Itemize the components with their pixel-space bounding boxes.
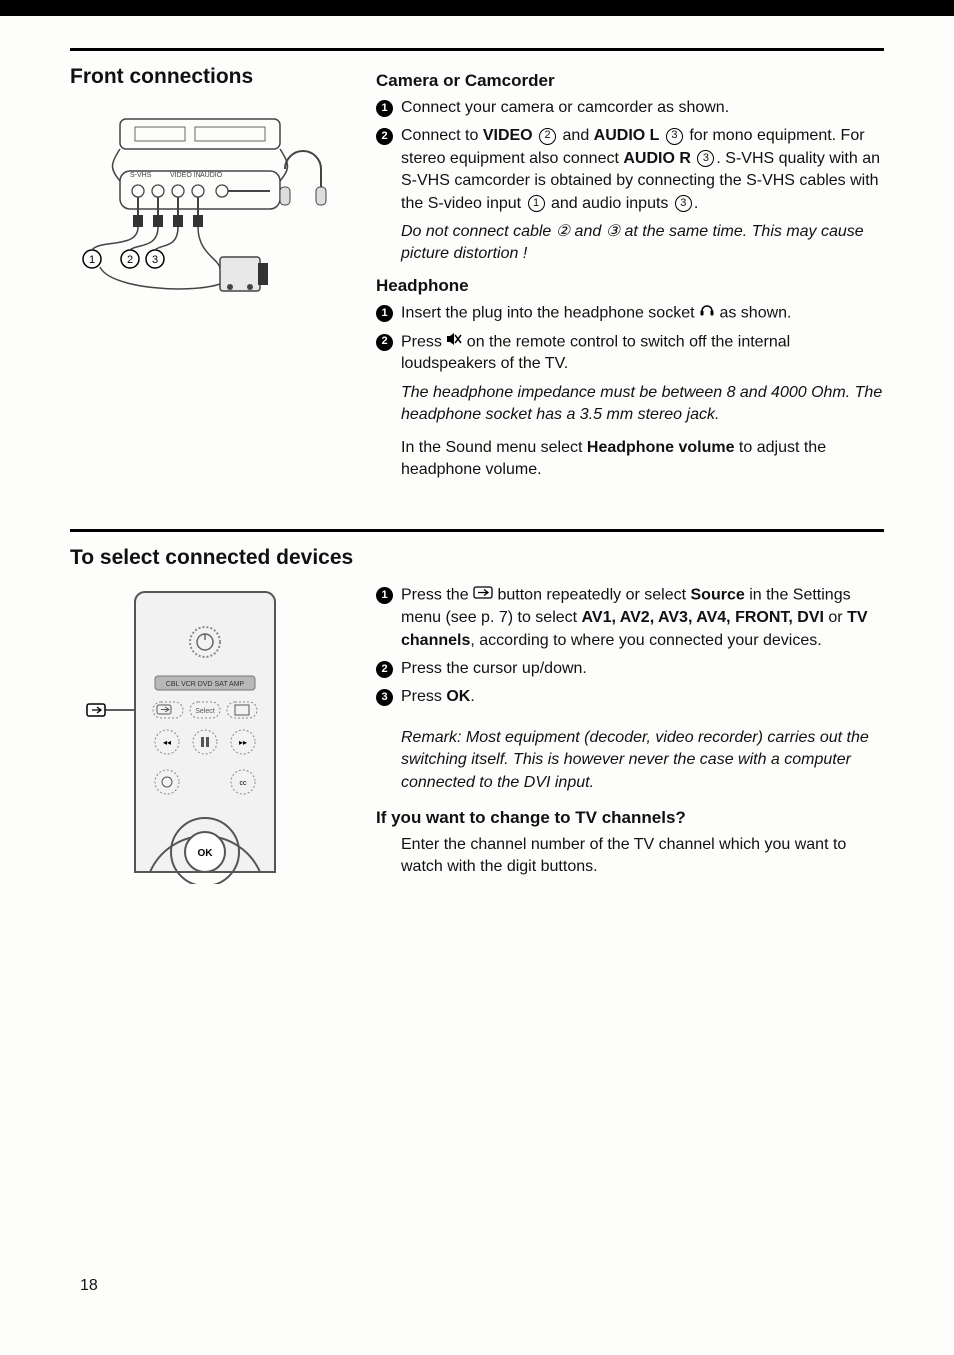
bullet-1-icon: 1 <box>376 100 393 117</box>
headphone-step-2-text: Press on the remote control to switch of… <box>401 331 884 376</box>
illustration-remote: CBL VCR DVD SAT AMP Select ◂◂ ▸▸ <box>70 584 330 884</box>
change-tv-body: Enter the channel number of the TV chann… <box>401 834 884 879</box>
select-step-2-text: Press the cursor up/down. <box>401 658 884 680</box>
bullet-1-icon: 1 <box>376 305 393 322</box>
mute-icon <box>446 331 462 353</box>
svg-text:VIDEO IN: VIDEO IN <box>170 172 201 179</box>
source-icon <box>473 584 493 606</box>
bullet-1-icon: 1 <box>376 587 393 604</box>
headphone-step-1-text: Insert the plug into the headphone socke… <box>401 302 884 325</box>
headphone-tail: In the Sound menu select Headphone volum… <box>401 437 884 482</box>
t: Source <box>691 587 745 604</box>
svg-text:◂◂: ◂◂ <box>163 738 171 747</box>
select-step-1-text: Press the button repeatedly or select So… <box>401 584 884 652</box>
section-front-connections: Front connections VIDEO IN <box>70 65 884 489</box>
rule-top <box>70 48 884 51</box>
t: AV1, AV2, AV3, AV4, FRONT, DVI <box>582 609 824 626</box>
t: . <box>470 688 474 705</box>
t: Press <box>401 688 446 705</box>
subheading-change-tv: If you want to change to TV channels? <box>376 808 884 828</box>
headphone-step-2: 2 Press on the remote control to switch … <box>376 331 884 376</box>
t: Headphone volume <box>587 439 735 456</box>
top-black-bar <box>0 0 954 16</box>
t: and <box>558 127 594 144</box>
select-step-2: 2 Press the cursor up/down. <box>376 658 884 680</box>
circled-2-icon: 2 <box>539 128 556 145</box>
circled-3-icon: 3 <box>666 128 683 145</box>
illustration-front-panel: VIDEO IN S-VHS AUDIO 1 <box>70 109 330 309</box>
page-content: Front connections VIDEO IN <box>0 0 954 887</box>
svg-text:S-VHS: S-VHS <box>130 172 152 179</box>
circled-3-icon: 3 <box>675 195 692 212</box>
select-step-3-text: Press OK. <box>401 686 884 708</box>
t: AUDIO R <box>623 150 691 167</box>
subheading-camera: Camera or Camcorder <box>376 71 884 91</box>
svg-text:2: 2 <box>127 254 133 266</box>
svg-text:Select: Select <box>195 708 215 715</box>
remote-ok-label: OK <box>198 848 214 859</box>
t: and audio inputs <box>547 195 673 212</box>
circled-3-icon: 3 <box>697 150 714 167</box>
t: Insert the plug into the headphone socke… <box>401 304 699 321</box>
svg-text:cc: cc <box>240 780 248 787</box>
headphone-icon <box>699 302 715 324</box>
headphone-step-1: 1 Insert the plug into the headphone soc… <box>376 302 884 325</box>
bullet-3-icon: 3 <box>376 689 393 706</box>
bullet-2-icon: 2 <box>376 334 393 351</box>
heading-select-devices: To select connected devices <box>70 546 884 570</box>
t: or <box>824 609 847 626</box>
section-select-devices: CBL VCR DVD SAT AMP Select ◂◂ ▸▸ <box>70 584 884 886</box>
t: AUDIO L <box>594 127 660 144</box>
select-step-1: 1 Press the button repeatedly or select … <box>376 584 884 652</box>
svg-text:▸▸: ▸▸ <box>239 738 247 747</box>
select-remark: Remark: Most equipment (decoder, video r… <box>401 727 884 794</box>
select-step-3: 3 Press OK. <box>376 686 884 708</box>
t: Connect to <box>401 127 483 144</box>
camera-step-1-text: Connect your camera or camcorder as show… <box>401 97 884 119</box>
t: , according to where you connected your … <box>470 632 821 649</box>
t: In the Sound menu select <box>401 439 587 456</box>
t: Press the <box>401 587 473 604</box>
t: VIDEO <box>483 127 533 144</box>
camera-step-1: 1 Connect your camera or camcorder as sh… <box>376 97 884 119</box>
circled-1-icon: 1 <box>528 195 545 212</box>
camera-note: Do not connect cable ② and ③ at the same… <box>401 221 884 266</box>
rule-mid <box>70 529 884 532</box>
headphone-note: The headphone impedance must be between … <box>401 382 884 427</box>
bullet-2-icon: 2 <box>376 128 393 145</box>
camera-step-2: 2 Connect to VIDEO 2 and AUDIO L 3 for m… <box>376 125 884 215</box>
t: as shown. <box>719 304 791 321</box>
svg-text:3: 3 <box>152 254 158 266</box>
svg-text:1: 1 <box>89 254 95 266</box>
page-number: 18 <box>80 1277 98 1295</box>
t: Press <box>401 333 446 350</box>
subheading-headphone: Headphone <box>376 276 884 296</box>
camera-step-2-text: Connect to VIDEO 2 and AUDIO L 3 for mon… <box>401 125 884 215</box>
t: OK <box>446 688 470 705</box>
heading-front-connections: Front connections <box>70 65 350 89</box>
bullet-2-icon: 2 <box>376 661 393 678</box>
svg-text:AUDIO: AUDIO <box>200 172 223 179</box>
remote-mode-labels: CBL VCR DVD SAT AMP <box>166 681 245 688</box>
t: button repeatedly or select <box>497 587 690 604</box>
t: . <box>694 195 698 212</box>
